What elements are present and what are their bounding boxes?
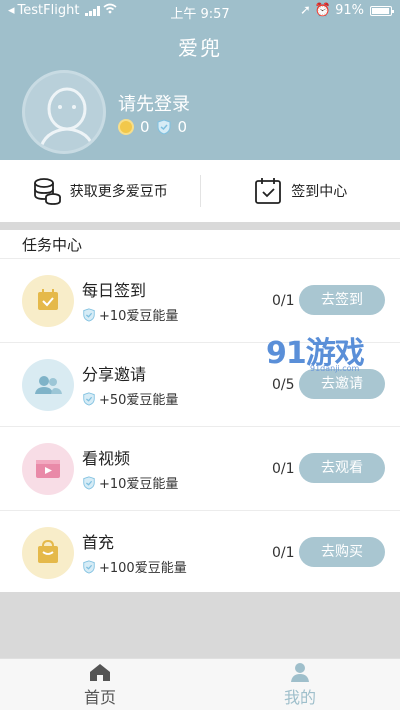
task-progress: 0/1: [272, 545, 295, 561]
shopping-bag-icon: [38, 539, 58, 563]
balance-row: 0 0: [118, 118, 187, 136]
tab-mine-label: 我的: [283, 687, 316, 707]
tab-mine[interactable]: 我的: [200, 659, 400, 710]
users-icon: [35, 376, 62, 394]
home-icon: [90, 663, 110, 681]
task-icon-wrapper: [22, 359, 74, 411]
calendar-icon: [38, 289, 58, 310]
bottom-tabbar: 首页 我的: [0, 658, 400, 710]
energy-balance: 0: [177, 118, 188, 136]
task-name: 每日签到: [82, 281, 147, 300]
energy-shield-icon: [83, 475, 95, 490]
login-prompt[interactable]: 请先登录: [118, 90, 190, 116]
location-icon: ➚: [300, 3, 311, 18]
status-bar: ◂ TestFlight 上午 9:57 ➚ ⏰ 91%: [0, 0, 400, 22]
task-reward-text: +100爱豆能量: [99, 561, 187, 576]
section-separator: [0, 222, 400, 230]
task-reward-text: +10爱豆能量: [99, 477, 179, 492]
tab-home-label: 首页: [83, 687, 116, 707]
checkin-center-label: 签到中心: [291, 184, 348, 200]
checkin-center-button[interactable]: 签到中心: [201, 160, 400, 222]
task-reward: +100爱豆能量: [82, 557, 187, 576]
task-reward: +10爱豆能量: [82, 305, 178, 324]
user-icon: [291, 662, 309, 682]
task-icon-wrapper: [22, 275, 74, 327]
alarm-icon: ⏰: [314, 3, 332, 18]
task-reward: +50爱豆能量: [82, 389, 178, 408]
battery-icon: [370, 5, 394, 16]
task-row: 分享邀请 +50爱豆能量 0/5 去邀请: [0, 343, 400, 427]
task-row: 每日签到 +10爱豆能量 0/1 去签到: [0, 259, 400, 343]
battery-percent: 91%: [335, 3, 364, 18]
empty-area: [0, 592, 400, 658]
buy-button[interactable]: 去购买: [299, 537, 385, 567]
video-icon: [36, 460, 60, 478]
task-icon-wrapper: [22, 443, 74, 495]
watch-button[interactable]: 去观看: [299, 453, 385, 483]
tab-home[interactable]: 首页: [0, 659, 200, 710]
task-name: 首充: [82, 533, 115, 552]
task-reward-text: +10爱豆能量: [99, 309, 179, 324]
get-more-coins-label: 获取更多爱豆币: [69, 184, 168, 200]
page-title: 爱兜: [178, 36, 222, 60]
task-progress: 0/5: [272, 377, 295, 393]
energy-shield-icon: [83, 307, 95, 322]
calendar-check-icon: [255, 178, 282, 204]
quick-actions: 获取更多爱豆币 签到中心: [0, 160, 400, 222]
task-reward-text: +50爱豆能量: [99, 393, 179, 408]
task-reward: +10爱豆能量: [82, 473, 178, 492]
task-center-title: 任务中心: [22, 236, 83, 254]
energy-shield-icon: [83, 391, 95, 406]
checkin-button[interactable]: 去签到: [299, 285, 385, 315]
task-progress: 0/1: [272, 461, 295, 477]
energy-shield-icon: [83, 559, 95, 574]
task-row: 首充 +100爱豆能量 0/1 去购买: [0, 511, 400, 595]
get-more-coins-button[interactable]: 获取更多爱豆币: [0, 160, 200, 222]
task-row: 看视频 +10爱豆能量 0/1 去观看: [0, 427, 400, 511]
coin-icon: [118, 119, 134, 135]
coins-stack-icon: [33, 178, 61, 205]
task-name: 分享邀请: [82, 365, 147, 384]
task-progress: 0/1: [272, 293, 295, 309]
coin-balance: 0: [140, 118, 150, 136]
invite-button[interactable]: 去邀请: [299, 369, 385, 399]
task-icon-wrapper: [22, 527, 74, 579]
energy-shield-icon: [156, 119, 172, 135]
task-name: 看视频: [82, 449, 131, 468]
avatar[interactable]: [22, 70, 106, 154]
